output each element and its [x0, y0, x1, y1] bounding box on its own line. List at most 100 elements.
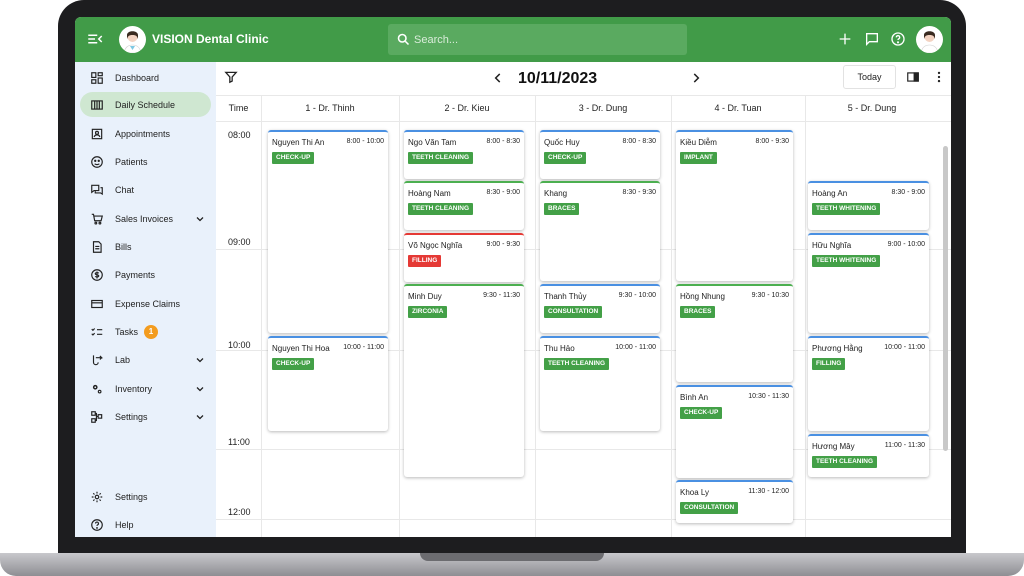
- add-icon[interactable]: [837, 31, 853, 47]
- appointment-time: 8:00 - 8:30: [486, 138, 520, 145]
- treatment-tag: CHECK-UP: [272, 358, 315, 370]
- menu-collapse-icon[interactable]: [86, 30, 104, 48]
- appointment-time: 11:00 - 11:30: [884, 442, 925, 449]
- sidebar-item-label: Daily Schedule: [115, 99, 176, 110]
- help-icon[interactable]: [890, 31, 906, 47]
- appointment-card[interactable]: Nguyen Thi An 8:00 - 10:00 CHECK-UP: [268, 130, 388, 333]
- today-button[interactable]: Today: [843, 65, 896, 89]
- vertical-scrollbar[interactable]: [943, 146, 948, 451]
- appointment-time: 11:30 - 12:00: [748, 488, 789, 495]
- sidebar-item-label: Settings: [115, 491, 148, 502]
- treatment-tag: IMPLANT: [680, 152, 717, 164]
- sidebar-item-label: Lab: [115, 354, 131, 365]
- time-label: 11:00: [228, 437, 250, 447]
- appointment-card[interactable]: Hoàng An 8:30 - 9:00 TEETH WHITENING: [808, 181, 929, 230]
- appointment-card[interactable]: Kiều Diễm 8:00 - 9:30 IMPLANT: [676, 130, 793, 281]
- gear-icon: [91, 491, 103, 502]
- grid-line: [805, 95, 806, 537]
- sidebar-item-dashboard[interactable]: Dashboard: [80, 65, 211, 90]
- help-icon: [91, 518, 103, 531]
- chevron-down-icon[interactable]: [194, 383, 206, 395]
- appointment-card[interactable]: Hương Mây 11:00 - 11:30 TEETH CLEANING: [808, 434, 929, 477]
- patients-icon: [91, 155, 103, 168]
- appointment-time: 9:30 - 10:00: [618, 292, 656, 299]
- clinic-logo: [119, 26, 146, 53]
- patient-name: Ngo Văn Tam: [408, 138, 457, 147]
- sidebar-item-label: Chat: [115, 184, 135, 195]
- treatment-tag: CHECK-UP: [680, 407, 723, 419]
- patient-name: Khoa Ly: [680, 488, 710, 497]
- chevron-down-icon[interactable]: [194, 213, 206, 225]
- appointment-card[interactable]: Quốc Huy 8:00 - 8:30 CHECK-UP: [540, 130, 660, 179]
- chevron-right-icon[interactable]: [689, 71, 703, 85]
- patient-name: Quốc Huy: [544, 138, 580, 147]
- doctor-column-header: 4 - Dr. Tuan: [714, 103, 762, 113]
- patient-name: Hồng Nhung: [680, 292, 725, 301]
- appointment-card[interactable]: Thu Hảo 10:00 - 11:00 TEETH CLEANING: [540, 336, 660, 431]
- sidebar-item-label: Bills: [115, 241, 132, 252]
- appointment-card[interactable]: Minh Duy 9:30 - 11:30 ZIRCONIA: [404, 284, 524, 477]
- patient-name: Võ Ngọc Nghĩa: [408, 241, 463, 250]
- sidebar-item-expense-claims[interactable]: Expense Claims: [80, 291, 211, 316]
- more-vert-icon[interactable]: [932, 70, 946, 84]
- side-panel-icon[interactable]: [906, 70, 920, 84]
- sidebar-item-inventory[interactable]: Inventory: [80, 376, 211, 401]
- treatment-tag: TEETH CLEANING: [408, 203, 474, 215]
- appointment-card[interactable]: Võ Ngọc Nghĩa 9:00 - 9:30 FILLING: [404, 233, 524, 282]
- time-column-header: Time: [228, 103, 249, 113]
- chat-icon[interactable]: [864, 31, 880, 47]
- sidebar-item-settings-group[interactable]: Settings: [80, 404, 211, 429]
- appointment-card[interactable]: Bình An 10:30 - 11:30 CHECK-UP: [676, 385, 793, 478]
- clinic-name: VISION Dental Clinic: [152, 32, 269, 46]
- appointment-card[interactable]: Hữu Nghĩa 9:00 - 10:00 TEETH WHITENING: [808, 233, 929, 333]
- sidebar-item-payments[interactable]: Payments: [80, 262, 211, 287]
- sidebar-item-lab[interactable]: Lab: [80, 347, 211, 372]
- tasks-count-badge: 1: [144, 324, 158, 339]
- doctor-column-header: 3 - Dr. Dung: [578, 103, 628, 113]
- sidebar-item-tasks[interactable]: Tasks 1: [80, 319, 211, 344]
- appointment-card[interactable]: Thanh Thủy 9:30 - 10:00 CONSULTATION: [540, 284, 660, 333]
- sidebar-item-patients[interactable]: Patients: [80, 149, 211, 174]
- appointment-card[interactable]: Khang 8:30 - 9:30 BRACES: [540, 181, 660, 281]
- dashboard-icon: [91, 71, 103, 84]
- gears-icon: [92, 384, 102, 393]
- sidebar-item-label: Appointments: [115, 128, 171, 139]
- appointment-card[interactable]: Khoa Ly 11:30 - 12:00 CONSULTATION: [676, 480, 793, 523]
- appointment-card[interactable]: Hồng Nhung 9:30 - 10:30 BRACES: [676, 284, 793, 382]
- search-input[interactable]: [414, 30, 674, 49]
- checklist-icon: [91, 327, 103, 336]
- chevron-down-icon[interactable]: [194, 411, 206, 423]
- appointment-card[interactable]: Phương Hằng 10:00 - 11:00 FILLING: [808, 336, 929, 431]
- grid-line: [216, 95, 951, 96]
- sidebar-item-bills[interactable]: Bills: [80, 234, 211, 259]
- chevron-left-icon[interactable]: [491, 71, 505, 85]
- sidebar-item-settings[interactable]: Settings: [80, 484, 211, 509]
- chevron-down-icon[interactable]: [194, 354, 206, 366]
- doctor-column-header: 2 - Dr. Kieu: [444, 103, 490, 113]
- treatment-tag: FILLING: [812, 358, 846, 370]
- sidebar-item-chat[interactable]: Chat: [80, 177, 211, 202]
- grid-line: [535, 95, 536, 537]
- lab-icon: [92, 354, 104, 365]
- appointment-time: 9:00 - 9:30: [486, 241, 520, 248]
- user-avatar[interactable]: [916, 26, 943, 53]
- doctor-column-header: 1 - Dr. Thinh: [305, 103, 355, 113]
- search-bar[interactable]: [388, 24, 687, 55]
- time-label: 09:00: [228, 237, 251, 247]
- appointment-card[interactable]: Nguyen Thi Hoa 10:00 - 11:00 CHECK-UP: [268, 336, 388, 431]
- sidebar-item-daily-schedule[interactable]: Daily Schedule: [80, 92, 211, 117]
- patient-name: Khang: [544, 189, 568, 198]
- appointment-time: 9:00 - 10:00: [887, 241, 925, 248]
- sidebar-item-appointments[interactable]: Appointments: [80, 121, 211, 146]
- treatment-tag: CONSULTATION: [544, 306, 603, 318]
- calendar-view-icon: [91, 99, 103, 110]
- appointment-time: 10:00 - 11:00: [884, 344, 925, 351]
- appointment-card[interactable]: Ngo Văn Tam 8:00 - 8:30 TEETH CLEANING: [404, 130, 524, 179]
- appointment-card[interactable]: Hoàng Nam 8:30 - 9:00 TEETH CLEANING: [404, 181, 524, 230]
- time-label: 08:00: [228, 130, 251, 140]
- sidebar-item-sales-invoices[interactable]: Sales Invoices: [80, 206, 211, 231]
- dollar-icon: [91, 268, 103, 281]
- sidebar-item-label: Patients: [115, 156, 148, 167]
- sidebar-item-help[interactable]: Help: [80, 512, 211, 537]
- filter-icon[interactable]: [224, 70, 238, 84]
